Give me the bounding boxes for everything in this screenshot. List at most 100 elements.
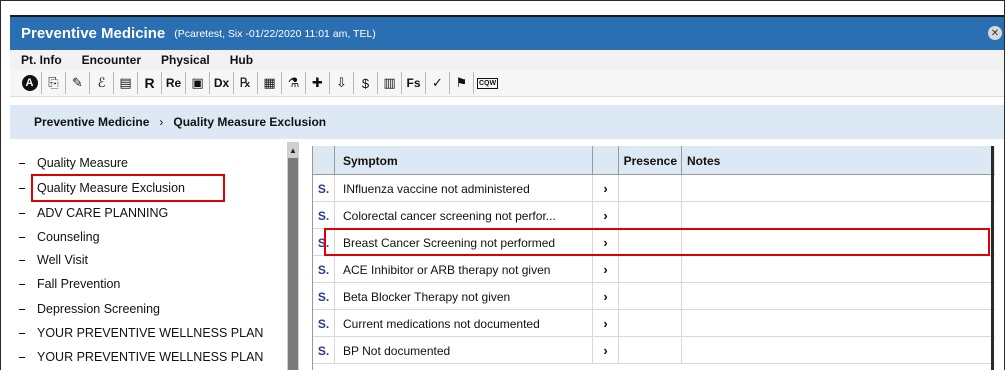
medkit-icon[interactable]: ✚ — [306, 72, 330, 94]
sidebar-item-label: Well Visit — [37, 253, 88, 267]
lab-icon[interactable]: ⚗ — [282, 72, 306, 94]
presence-cell[interactable] — [619, 337, 682, 364]
presence-cell[interactable] — [619, 175, 682, 202]
tag-glyph: ⚑ — [455, 75, 468, 90]
scroll-up-icon[interactable]: ▲ — [287, 144, 299, 156]
header-symptom-label: Symptom — [343, 153, 398, 168]
clipboard-icon[interactable]: ▣ — [186, 72, 210, 94]
presence-cell[interactable] — [619, 283, 682, 310]
header-symptom[interactable]: Symptom — [335, 146, 593, 175]
billing-icon[interactable]: $ — [354, 72, 378, 94]
presence-cell[interactable] — [619, 202, 682, 229]
sidebar-item-adv-care-planning[interactable]: ADV CARE PLANNING — [19, 202, 168, 224]
close-icon[interactable]: ✕ — [988, 26, 1002, 40]
notes-cell[interactable] — [682, 256, 995, 283]
sidebar-item-fall-prevention[interactable]: Fall Prevention — [19, 273, 120, 295]
table-row[interactable]: S. Colorectal cancer screening not perfo… — [313, 202, 995, 229]
notes-cell[interactable] — [682, 175, 995, 202]
notes-cell[interactable] — [682, 337, 995, 364]
flowsheet-icon[interactable]: Fs — [402, 72, 426, 94]
s-link-text: S. — [317, 343, 330, 358]
tree-line — [19, 259, 25, 261]
sidebar-item-wellness-plan-2[interactable]: YOUR PREVENTIVE WELLNESS PLAN — [19, 346, 263, 368]
sidebar-scrollbar[interactable]: ▲ — [287, 142, 299, 370]
header-presence[interactable]: Presence — [619, 146, 682, 175]
window-top-strip — [1, 1, 1004, 13]
chevron-right-icon[interactable]: › — [593, 175, 619, 202]
table-row[interactable]: S. Beta Blocker Therapy not given › — [313, 283, 995, 310]
chevron-right-icon[interactable]: › — [593, 310, 619, 337]
notes-cell[interactable] — [682, 202, 995, 229]
s-link[interactable]: S. — [313, 175, 335, 202]
menu-pt-info[interactable]: Pt. Info — [21, 53, 62, 67]
a-circle-glyph: A — [21, 75, 38, 91]
presence-cell[interactable] — [619, 256, 682, 283]
s-link[interactable]: S. — [313, 256, 335, 283]
menu-hub[interactable]: Hub — [230, 53, 253, 67]
check-icon[interactable]: ✓ — [426, 72, 450, 94]
table-row[interactable]: S. INfluenza vaccine not administered › — [313, 175, 995, 202]
chevron-right-icon[interactable]: › — [593, 256, 619, 283]
sidebar-item-label: ADV CARE PLANNING — [37, 206, 169, 220]
re-icon[interactable]: Re — [162, 72, 186, 94]
header-notes[interactable]: Notes — [682, 146, 995, 175]
document-icon[interactable]: ▥ — [378, 72, 402, 94]
rx-icon[interactable]: ℞ — [234, 72, 258, 94]
s-link[interactable]: S. — [313, 202, 335, 229]
copy-icon[interactable]: ⎘ — [42, 72, 66, 94]
menu-physical[interactable]: Physical — [161, 53, 210, 67]
grid-icon[interactable]: ▦ — [258, 72, 282, 94]
chevron-glyph: › — [603, 316, 608, 331]
grid-header: Symptom Presence Notes — [313, 146, 995, 175]
notes-cell[interactable] — [682, 310, 995, 337]
chevron-right-icon[interactable]: › — [593, 337, 619, 364]
r-icon[interactable]: R — [138, 72, 162, 94]
note-glyph: ▤ — [119, 75, 132, 90]
window-subtitle: (Pcaretest, Six -01/22/2020 11:01 am, TE… — [174, 27, 376, 40]
chevron-glyph: › — [603, 289, 608, 304]
pencil-icon[interactable]: ✎ — [66, 72, 90, 94]
chevron-right-icon[interactable]: › — [593, 202, 619, 229]
scrollbar-thumb[interactable] — [288, 158, 298, 370]
s-link-text: S. — [317, 289, 330, 304]
clipboard-glyph: ▣ — [191, 75, 204, 90]
tag-icon[interactable]: ⚑ — [450, 72, 474, 94]
a-circle-icon[interactable]: A — [18, 72, 42, 94]
dx-icon[interactable]: Dx — [210, 72, 234, 94]
hook-icon[interactable]: ℰ — [90, 72, 114, 94]
table-row[interactable]: S. ACE Inhibitor or ARB therapy not give… — [313, 256, 995, 283]
cqw-icon[interactable]: CQW — [474, 72, 501, 94]
notes-cell[interactable] — [682, 283, 995, 310]
sidebar-selection-highlight — [31, 174, 225, 202]
s-link[interactable]: S. — [313, 283, 335, 310]
chevron-glyph: › — [603, 181, 608, 196]
sidebar-item-wellness-plan[interactable]: YOUR PREVENTIVE WELLNESS PLAN — [19, 322, 263, 344]
hook-glyph: ℰ — [97, 75, 106, 90]
breadcrumb-separator-icon: › — [159, 115, 164, 129]
toolbar: A ⎘ ✎ ℰ ▤ R Re ▣ Dx ℞ ▦ ⚗ ✚ ⇩ $ ▥ Fs ✓ ⚑… — [10, 70, 1004, 97]
s-link[interactable]: S. — [313, 310, 335, 337]
check-glyph: ✓ — [432, 75, 443, 90]
table-row[interactable]: S. Current medications not documented › — [313, 310, 995, 337]
sidebar-item-well-visit[interactable]: Well Visit — [19, 249, 88, 271]
note-icon[interactable]: ▤ — [114, 72, 138, 94]
sidebar-item-depression-screening[interactable]: Depression Screening — [19, 298, 160, 320]
tree-line — [19, 356, 25, 358]
breadcrumb-parent[interactable]: Preventive Medicine — [34, 115, 149, 129]
symptom-text: ACE Inhibitor or ARB therapy not given — [343, 262, 551, 277]
grid-glyph: ▦ — [263, 75, 276, 90]
pin-icon[interactable]: ⇩ — [330, 72, 354, 94]
chevron-right-icon[interactable]: › — [593, 283, 619, 310]
table-row[interactable]: S. BP Not documented › — [313, 337, 995, 364]
tree-line — [19, 236, 25, 238]
rx-glyph: ℞ — [239, 75, 252, 90]
sidebar-item-label: Depression Screening — [37, 302, 160, 316]
tree-line — [19, 187, 25, 189]
s-link-text: S. — [317, 208, 330, 223]
chevron-glyph: › — [603, 343, 608, 358]
s-link[interactable]: S. — [313, 337, 335, 364]
sidebar-item-counseling[interactable]: Counseling — [19, 226, 100, 248]
sidebar-item-quality-measure[interactable]: Quality Measure — [19, 152, 128, 174]
menu-encounter[interactable]: Encounter — [82, 53, 141, 67]
presence-cell[interactable] — [619, 310, 682, 337]
